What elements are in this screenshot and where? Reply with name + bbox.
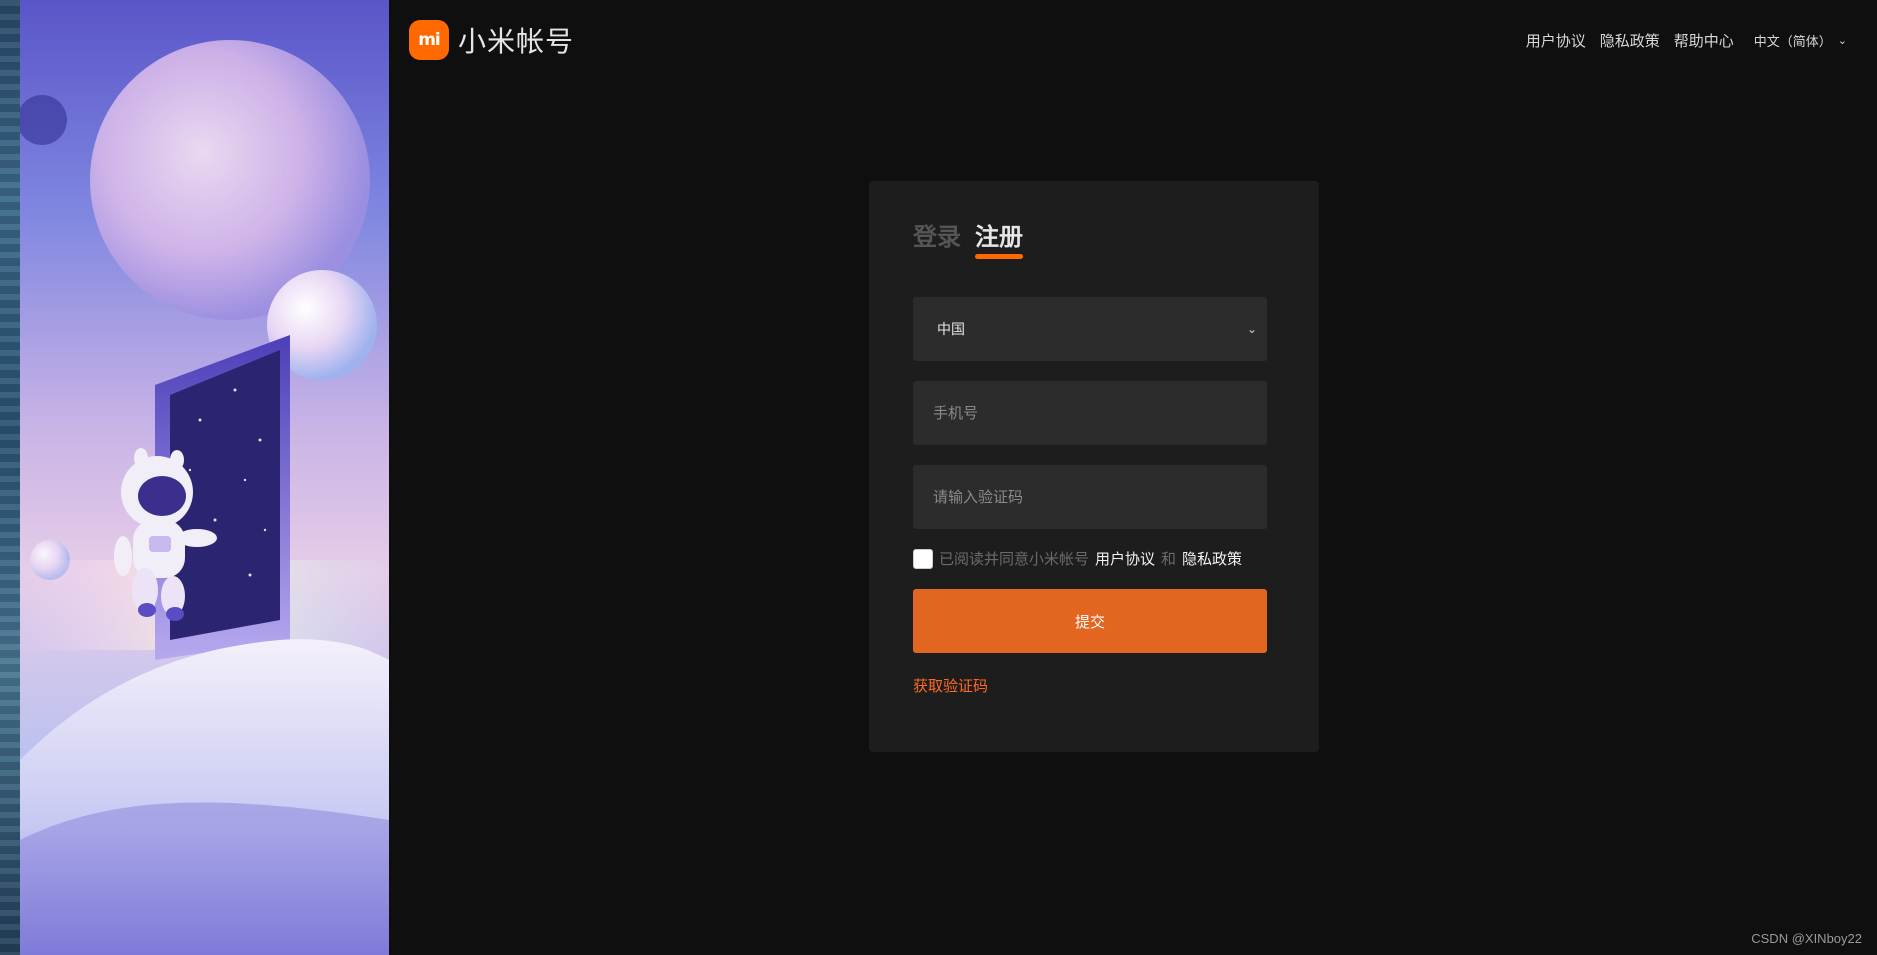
region-value: 中国	[937, 322, 965, 338]
agreement-user-agreement-link[interactable]: 用户协议	[1095, 548, 1155, 569]
main-area: mi 小米帐号 用户协议 隐私政策 帮助中心 中文（简体） ⌄ 登录 注册 中国…	[389, 0, 1877, 955]
agreement-privacy-link[interactable]: 隐私政策	[1182, 548, 1242, 569]
phone-input[interactable]	[913, 381, 1267, 445]
tab-register[interactable]: 注册	[975, 223, 1023, 259]
header: mi 小米帐号 用户协议 隐私政策 帮助中心 中文（简体） ⌄	[389, 0, 1877, 80]
agreement-prefix: 已阅读并同意小米帐号	[939, 550, 1090, 568]
brand[interactable]: mi 小米帐号	[409, 20, 574, 60]
watermark: CSDN @XINboy22	[1751, 931, 1862, 946]
header-nav: 用户协议 隐私政策 帮助中心 中文（简体） ⌄	[1526, 30, 1847, 51]
get-code-link[interactable]: 获取验证码	[913, 675, 988, 696]
nav-help-center[interactable]: 帮助中心	[1674, 30, 1734, 51]
phone-field-wrapper	[913, 381, 1267, 445]
submit-button[interactable]: 提交	[913, 589, 1267, 653]
language-selector[interactable]: 中文（简体） ⌄	[1754, 31, 1847, 50]
tab-login[interactable]: 登录	[913, 223, 961, 258]
register-card: 登录 注册 中国 ⌄ 已阅读并同意小米帐号 用户协议 和 隐私政策 提交 获取验…	[869, 181, 1319, 752]
astronaut-illustration	[20, 40, 389, 955]
hero-illustration	[20, 0, 389, 955]
verification-code-input[interactable]	[913, 465, 1267, 529]
auth-tabs: 登录 注册	[913, 223, 1023, 259]
chevron-down-icon: ⌄	[1246, 322, 1257, 336]
language-label: 中文（简体）	[1753, 35, 1832, 50]
brand-name: 小米帐号	[458, 25, 575, 58]
mi-logo-icon: mi	[409, 20, 449, 60]
nav-user-agreement[interactable]: 用户协议	[1526, 30, 1586, 51]
agreement-row: 已阅读并同意小米帐号 用户协议 和 隐私政策	[913, 548, 1248, 569]
desktop-edge-strip	[0, 0, 20, 955]
agreement-checkbox[interactable]	[913, 548, 933, 569]
code-field-wrapper	[913, 465, 1267, 529]
region-select[interactable]: 中国 ⌄	[913, 297, 1267, 361]
agreement-joiner: 和	[1161, 550, 1177, 568]
nav-privacy-policy[interactable]: 隐私政策	[1600, 30, 1660, 51]
chevron-down-icon: ⌄	[1837, 34, 1847, 47]
